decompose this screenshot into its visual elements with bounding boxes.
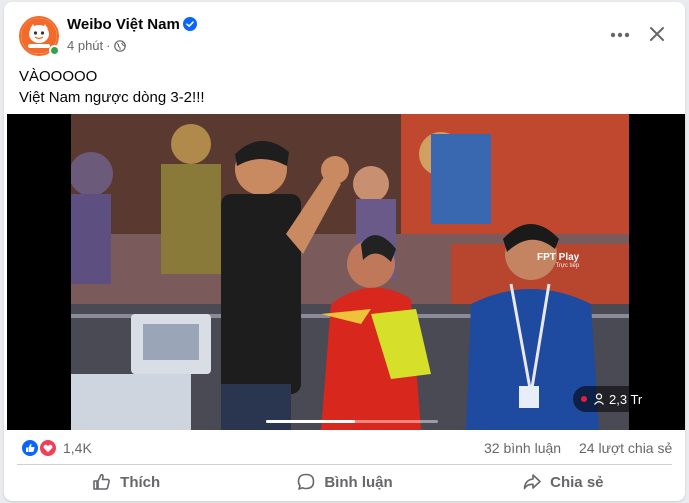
close-icon [650, 27, 664, 41]
comment-icon [298, 473, 315, 490]
fpt-play-logo: FPT Play Trực tiếp [537, 252, 579, 269]
actions-divider [17, 464, 672, 465]
reactions-summary[interactable] [21, 439, 61, 457]
globe-icon[interactable] [113, 40, 126, 52]
more-dots-icon [610, 32, 630, 38]
thumbs-up-icon [93, 473, 111, 490]
like-label: Thích [120, 473, 161, 491]
more-options-button[interactable] [605, 20, 635, 50]
share-label: Chia sẻ [550, 473, 604, 491]
post-stats: 1,4K 32 bình luận 24 lượt chia sẻ [4, 434, 685, 462]
viewer-count-text: 2,3 Tr [609, 391, 643, 407]
love-icon [39, 439, 57, 457]
share-button[interactable]: Chia sẻ [454, 467, 672, 497]
post-text-line-1: VÀOOOOO [19, 68, 98, 85]
post-header: Weibo Việt Nam 4 phút · [4, 2, 685, 62]
fpt-play-logo-text: FPT Play [537, 252, 580, 263]
video-player[interactable]: FPT Play Trực tiếp [7, 114, 685, 430]
fpt-play-live-label: Trực tiếp [555, 263, 580, 269]
post-text-line-2: Việt Nam ngược dòng 3-2!!! [19, 89, 205, 106]
reactions-count[interactable]: 1,4K [63, 440, 92, 456]
like-icon [21, 439, 39, 457]
meta-separator: · [106, 38, 111, 53]
person-icon [594, 393, 604, 405]
live-viewer-count: 2,3 Tr [573, 386, 649, 412]
page-name[interactable]: Weibo Việt Nam [67, 16, 180, 33]
video-progress-fill [266, 420, 356, 423]
online-status-dot [49, 45, 60, 56]
comment-label: Bình luận [324, 473, 393, 491]
post-meta: 4 phút · [67, 38, 126, 53]
post-text: VÀOOOOO Việt Nam ngược dòng 3-2!!! [19, 66, 205, 108]
shares-count[interactable]: 24 lượt chia sẻ [579, 440, 672, 456]
post-timestamp[interactable]: 4 phút [67, 38, 103, 53]
post-actions: Thích Bình luận Chia sẻ [17, 467, 672, 497]
post-card: Weibo Việt Nam 4 phút · VÀOOOOO Việt Nam … [4, 2, 685, 501]
video-frame-football-celebration [71, 114, 629, 430]
like-button[interactable]: Thích [17, 467, 235, 497]
live-dot [581, 396, 587, 402]
comment-button[interactable]: Bình luận [235, 467, 453, 497]
video-progress-bar[interactable] [266, 420, 438, 423]
close-button[interactable] [642, 19, 672, 49]
verified-badge-icon [183, 17, 197, 31]
share-icon [523, 474, 541, 490]
comments-count[interactable]: 32 bình luận [484, 440, 561, 456]
